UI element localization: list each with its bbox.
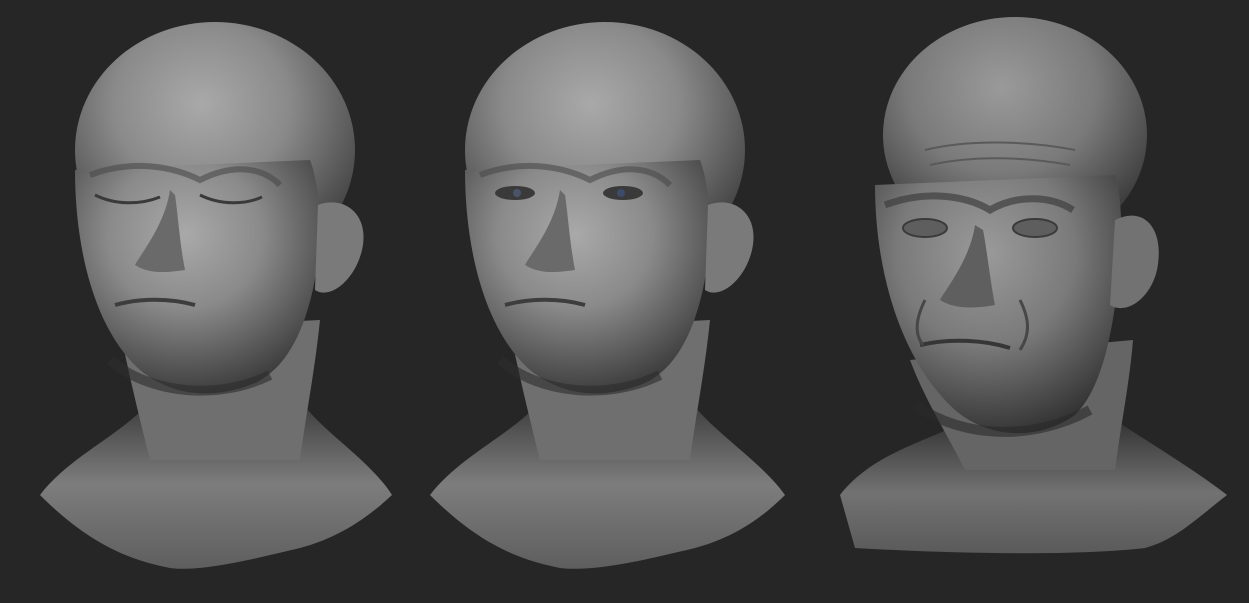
bust-detailed-svg: [840, 17, 1227, 554]
render-canvas: [0, 0, 1249, 603]
bust-eyes-closed-svg: [40, 22, 392, 569]
bust-render-eyes-closed: [0, 0, 420, 603]
ear-shape: [315, 202, 364, 293]
ear-shape: [1110, 215, 1159, 309]
bust-render-detailed: [815, 0, 1249, 603]
ear-shape: [705, 202, 754, 293]
face-shape: [875, 175, 1122, 434]
iris-right: [617, 189, 625, 197]
eye-right: [1012, 218, 1058, 238]
bust-render-eyes-open: [395, 0, 815, 603]
eye-left: [902, 218, 948, 238]
iris-left: [513, 189, 521, 197]
bust-eyes-open-svg: [430, 22, 785, 569]
